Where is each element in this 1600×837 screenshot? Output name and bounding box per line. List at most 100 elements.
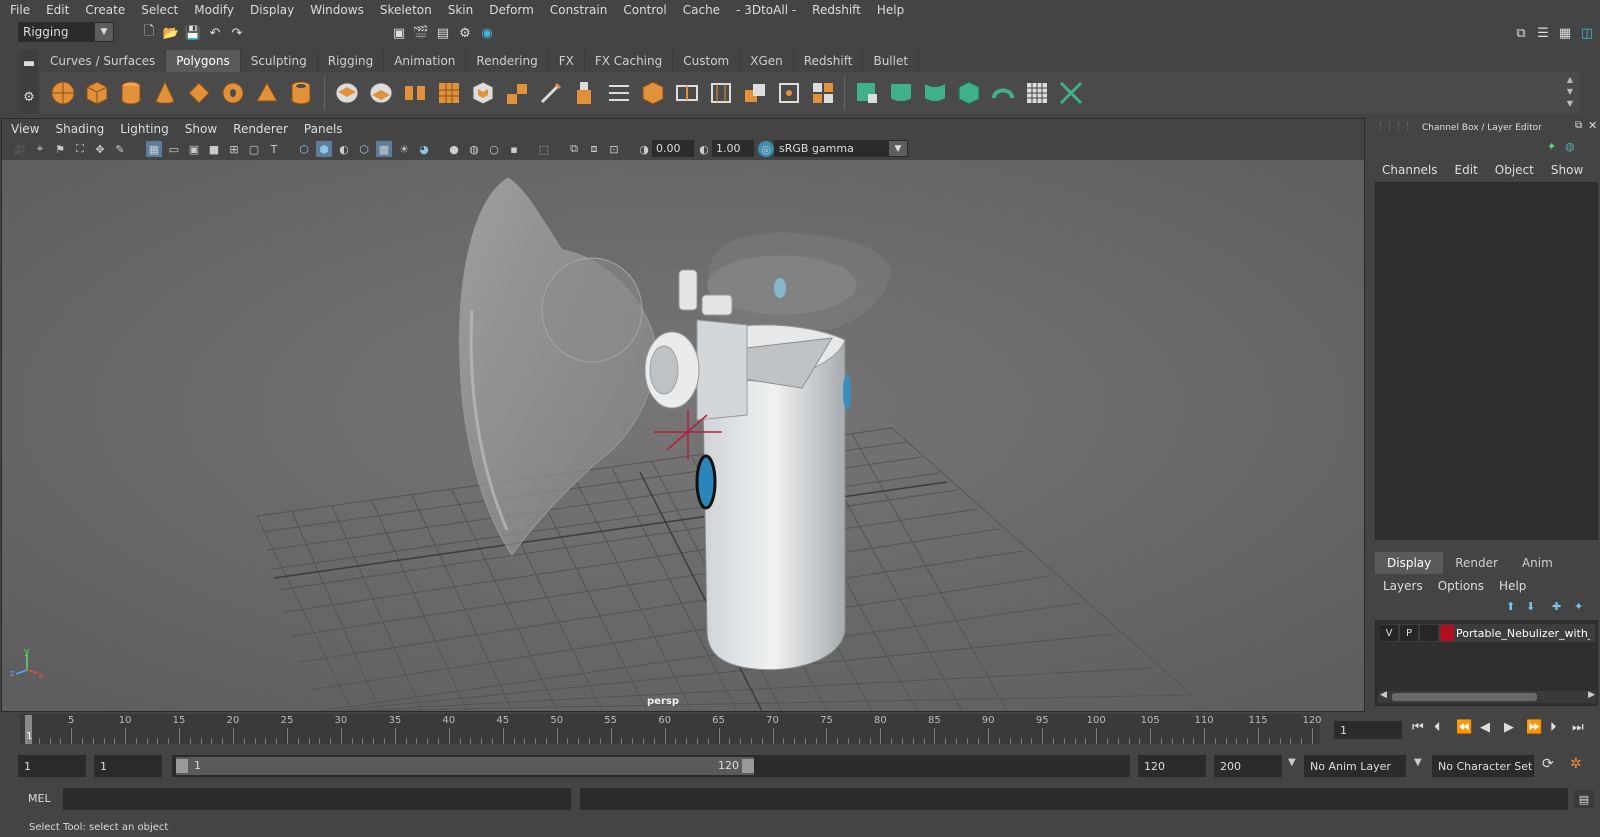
- poly-cube-icon[interactable]: [82, 78, 112, 108]
- playback-end-field[interactable]: 120: [1138, 755, 1206, 777]
- viewport-menu-show[interactable]: Show: [176, 122, 224, 136]
- tab-polygons[interactable]: Polygons: [166, 50, 241, 72]
- undo-icon[interactable]: ↶: [206, 24, 224, 42]
- menuset-dropdown[interactable]: Rigging ▼: [18, 22, 114, 42]
- quad-draw-icon[interactable]: [774, 78, 804, 108]
- camera-select-icon[interactable]: 🎥: [12, 141, 28, 157]
- multi-cut-icon[interactable]: [536, 78, 566, 108]
- textured-icon[interactable]: ▩: [376, 141, 392, 157]
- viewport-menu-shading[interactable]: Shading: [46, 122, 111, 136]
- field-chart-icon[interactable]: ⊞: [226, 141, 242, 157]
- gamma-icon[interactable]: ◐: [696, 141, 712, 157]
- offset-edge-loop-icon[interactable]: [706, 78, 736, 108]
- tab-fx-caching[interactable]: FX Caching: [584, 50, 674, 72]
- chevron-right-icon[interactable]: ▶: [1588, 690, 1595, 700]
- viewport-menu-renderer[interactable]: Renderer: [224, 122, 295, 136]
- layer-menu-help[interactable]: Help: [1491, 579, 1533, 593]
- command-input[interactable]: [63, 788, 571, 810]
- current-frame-field[interactable]: 1: [1334, 721, 1402, 739]
- viewport-menu-lighting[interactable]: Lighting: [111, 122, 176, 136]
- xray-components-icon[interactable]: ⊡: [606, 141, 622, 157]
- menu-skeleton[interactable]: Skeleton: [370, 3, 438, 17]
- layer-color-swatch[interactable]: [1440, 625, 1454, 641]
- tab-fx[interactable]: FX: [548, 50, 585, 72]
- save-scene-icon[interactable]: 💾: [184, 24, 202, 42]
- menu-help[interactable]: Help: [867, 3, 910, 17]
- poly-plane-icon[interactable]: [184, 78, 214, 108]
- uv-planar-icon[interactable]: [852, 78, 882, 108]
- uv-unfold-icon[interactable]: [988, 78, 1018, 108]
- layer-display-type[interactable]: [1420, 625, 1438, 641]
- uv-spherical-icon[interactable]: [920, 78, 950, 108]
- modeling-toolkit-icon[interactable]: ⧉: [1512, 24, 1530, 42]
- smooth-shade-icon[interactable]: ⬢: [316, 141, 332, 157]
- anim-layer-dropdown[interactable]: No Anim Layer: [1304, 755, 1406, 777]
- menu-skin[interactable]: Skin: [438, 3, 480, 17]
- chevron-down-icon[interactable]: ▼: [1414, 757, 1422, 768]
- tab-anim[interactable]: Anim: [1509, 552, 1565, 574]
- insert-edge-loop-icon[interactable]: [672, 78, 702, 108]
- chevron-left-icon[interactable]: ◀: [1380, 690, 1387, 700]
- isolate-select-icon[interactable]: ⬚: [536, 141, 552, 157]
- menu-modify[interactable]: Modify: [184, 3, 240, 17]
- render-frame-icon[interactable]: 🎬: [412, 24, 430, 42]
- play-backwards-icon[interactable]: ◀: [1480, 720, 1490, 735]
- tab-bullet[interactable]: Bullet: [863, 50, 920, 72]
- layer-playback-toggle[interactable]: P: [1400, 625, 1418, 641]
- menu-select[interactable]: Select: [131, 3, 184, 17]
- menu-deform[interactable]: Deform: [479, 3, 540, 17]
- menu-redshift[interactable]: Redshift: [802, 3, 867, 17]
- poly-pipe-icon[interactable]: [286, 78, 316, 108]
- render-view-icon[interactable]: ▣: [390, 24, 408, 42]
- smooth-icon[interactable]: [434, 78, 464, 108]
- menu-windows[interactable]: Windows: [300, 3, 370, 17]
- xray-joints-icon[interactable]: ⧈: [586, 141, 602, 157]
- animation-end-field[interactable]: 200: [1214, 755, 1282, 777]
- exposure-icon[interactable]: ◑: [636, 141, 652, 157]
- tab-animation[interactable]: Animation: [384, 50, 467, 72]
- color-space-dropdown[interactable]: sRGB gamma ▼: [774, 140, 908, 157]
- safe-action-icon[interactable]: ▢: [246, 141, 262, 157]
- scrollbar-thumb[interactable]: [1392, 693, 1537, 701]
- new-layer-selected-icon[interactable]: ✦: [1574, 600, 1583, 613]
- hypershade-icon[interactable]: ◉: [478, 24, 496, 42]
- channel-box-menu-show[interactable]: Show: [1541, 163, 1590, 177]
- range-start-handle[interactable]: [176, 759, 188, 773]
- menu-constrain[interactable]: Constrain: [540, 3, 614, 17]
- 2d-pan-zoom-icon[interactable]: ✥: [92, 141, 108, 157]
- tab-xgen[interactable]: XGen: [740, 50, 794, 72]
- tool-settings-icon[interactable]: ▦: [1556, 24, 1574, 42]
- layer-list-scrollbar[interactable]: ◀ ▶: [1378, 690, 1597, 703]
- tab-render[interactable]: Render: [1443, 552, 1510, 574]
- use-all-lights-icon[interactable]: ☀: [396, 141, 412, 157]
- menu-control[interactable]: Control: [613, 3, 672, 17]
- channel-box-menu-channels[interactable]: Channels: [1372, 163, 1445, 177]
- depth-of-field-icon[interactable]: ▪: [506, 141, 522, 157]
- tab-sculpting[interactable]: Sculpting: [240, 50, 318, 72]
- mirror-icon[interactable]: [400, 78, 430, 108]
- animation-preferences-icon[interactable]: ✲: [1570, 756, 1582, 772]
- combine-icon[interactable]: [332, 78, 362, 108]
- attribute-editor-icon[interactable]: ☰: [1534, 24, 1552, 42]
- exposure-field[interactable]: 0.00: [652, 140, 694, 157]
- command-language-label[interactable]: MEL: [28, 792, 51, 805]
- poly-sphere-icon[interactable]: [48, 78, 78, 108]
- range-slider-bar[interactable]: [176, 757, 754, 775]
- viewport-menu-panels[interactable]: Panels: [295, 122, 350, 136]
- xray-icon[interactable]: ⧉: [566, 141, 582, 157]
- shelf-scroll-arrows[interactable]: ▲ ▼ ▼: [1564, 74, 1576, 112]
- tab-custom[interactable]: Custom: [673, 50, 741, 72]
- menu-file[interactable]: File: [0, 3, 36, 17]
- channel-box-icon[interactable]: ◫: [1578, 24, 1596, 42]
- uv-sew-icon[interactable]: [1056, 78, 1086, 108]
- tab-rendering[interactable]: Rendering: [466, 50, 549, 72]
- close-icon[interactable]: ✕: [1588, 119, 1597, 132]
- float-panel-icon[interactable]: ⧉: [1575, 120, 1582, 131]
- range-slider[interactable]: 1 120: [172, 755, 1130, 777]
- viewport-menu-view[interactable]: View: [2, 122, 46, 136]
- image-plane-icon[interactable]: ⛶: [72, 141, 88, 157]
- motion-blur-icon[interactable]: ◍: [466, 141, 482, 157]
- range-end-handle[interactable]: [742, 759, 754, 773]
- tab-rigging[interactable]: Rigging: [317, 50, 385, 72]
- tab-curves-surfaces[interactable]: Curves / Surfaces: [40, 50, 167, 72]
